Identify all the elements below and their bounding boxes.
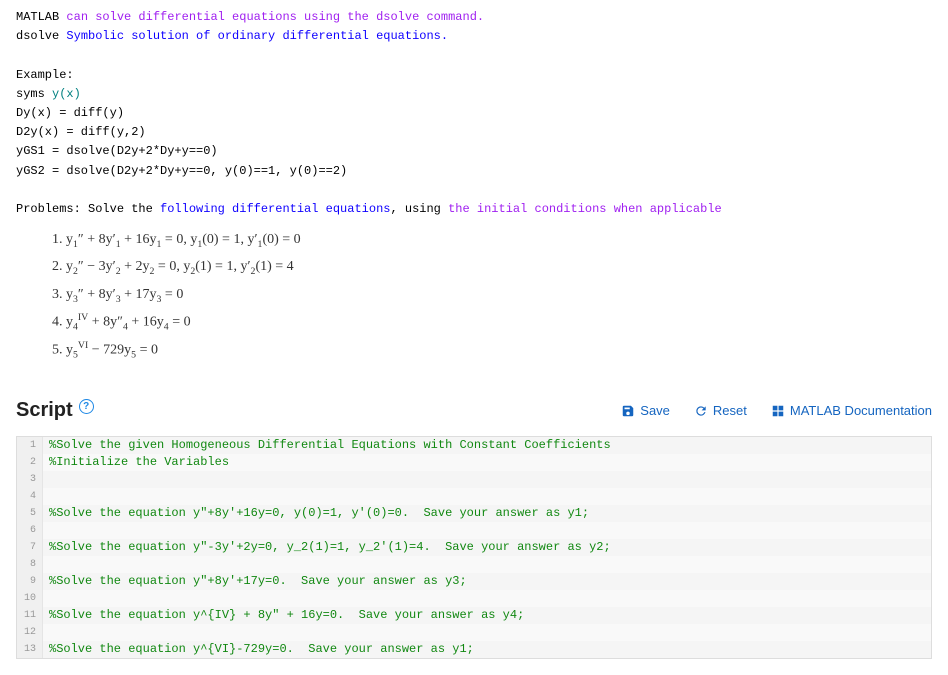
code-text[interactable]: %Solve the given Homogeneous Differentia… (43, 437, 611, 454)
code-line[interactable]: 6 (17, 522, 931, 539)
line-number: 3 (17, 471, 43, 488)
reset-button[interactable]: Reset (694, 403, 747, 418)
help-icon[interactable]: ? (79, 399, 94, 414)
reset-icon (694, 404, 708, 418)
intro-line: Dy(x) = diff(y) (16, 104, 932, 123)
code-line[interactable]: 2%Initialize the Variables (17, 454, 931, 471)
code-text[interactable]: %Solve the equation y^{VI}-729y=0. Save … (43, 641, 474, 658)
intro-line: yGS1 = dsolve(D2y+2*Dy+y==0) (16, 142, 932, 161)
code-text[interactable]: %Solve the equation y"+8y'+16y=0, y(0)=1… (43, 505, 589, 522)
line-number: 4 (17, 488, 43, 505)
line-number: 1 (17, 437, 43, 454)
line-number: 12 (17, 624, 43, 641)
code-text[interactable]: %Solve the equation y"-3y'+2y=0, y_2(1)=… (43, 539, 611, 556)
problem-item: 1. y1″ + 8y′1 + 16y1 = 0, y1(0) = 1, y′1… (52, 227, 948, 254)
intro-line: syms y(x) (16, 85, 932, 104)
code-text[interactable] (43, 488, 49, 505)
code-line[interactable]: 5%Solve the equation y"+8y'+16y=0, y(0)=… (17, 505, 931, 522)
line-number: 8 (17, 556, 43, 573)
code-line[interactable]: 3 (17, 471, 931, 488)
problems-list: 1. y1″ + 8y′1 + 16y1 = 0, y1(0) = 1, y′1… (0, 223, 948, 375)
intro-line (16, 46, 932, 65)
problem-item: 3. y3″ + 8y′3 + 17y3 = 0 (52, 282, 948, 309)
code-line[interactable]: 9%Solve the equation y"+8y'+17y=0. Save … (17, 573, 931, 590)
line-number: 6 (17, 522, 43, 539)
script-actions: Save Reset MATLAB Documentation (621, 403, 932, 418)
line-number: 9 (17, 573, 43, 590)
code-line[interactable]: 8 (17, 556, 931, 573)
problem-item: 2. y2″ − 3y′2 + 2y2 = 0, y2(1) = 1, y′2(… (52, 254, 948, 281)
code-text[interactable] (43, 624, 49, 641)
script-toolbar: Script ? Save Reset MATLAB Documentation (0, 375, 948, 436)
code-line[interactable]: 7%Solve the equation y"-3y'+2y=0, y_2(1)… (17, 539, 931, 556)
code-line[interactable]: 12 (17, 624, 931, 641)
intro-line: MATLAB can solve differential equations … (16, 8, 932, 27)
intro-line: dsolve Symbolic solution of ordinary dif… (16, 27, 932, 46)
grid-icon (771, 404, 785, 418)
matlab-doc-button[interactable]: MATLAB Documentation (771, 403, 932, 418)
code-text[interactable]: %Initialize the Variables (43, 454, 229, 471)
save-label: Save (640, 403, 670, 418)
script-title: Script (16, 399, 73, 422)
line-number: 5 (17, 505, 43, 522)
save-button[interactable]: Save (621, 403, 670, 418)
matlab-doc-label: MATLAB Documentation (790, 403, 932, 418)
code-line[interactable]: 10 (17, 590, 931, 607)
line-number: 13 (17, 641, 43, 658)
code-text[interactable] (43, 556, 49, 573)
code-text[interactable] (43, 590, 49, 607)
intro-line (16, 181, 932, 200)
intro-line: D2y(x) = diff(y,2) (16, 123, 932, 142)
line-number: 10 (17, 590, 43, 607)
intro-line: Example: (16, 66, 932, 85)
intro-line: yGS2 = dsolve(D2y+2*Dy+y==0, y(0)==1, y(… (16, 162, 932, 181)
line-number: 2 (17, 454, 43, 471)
code-line[interactable]: 1%Solve the given Homogeneous Differenti… (17, 437, 931, 454)
code-text[interactable]: %Solve the equation y"+8y'+17y=0. Save y… (43, 573, 467, 590)
problem-item: 4. y4IV + 8y″4 + 16y4 = 0 (52, 309, 948, 337)
reset-label: Reset (713, 403, 747, 418)
problem-item: 5. y5VI − 729y5 = 0 (52, 337, 948, 365)
line-number: 7 (17, 539, 43, 556)
code-text[interactable] (43, 471, 49, 488)
code-editor[interactable]: 1%Solve the given Homogeneous Differenti… (16, 436, 932, 659)
code-line[interactable]: 4 (17, 488, 931, 505)
intro-line: Problems: Solve the following differenti… (16, 200, 932, 219)
code-line[interactable]: 13%Solve the equation y^{VI}-729y=0. Sav… (17, 641, 931, 658)
save-icon (621, 404, 635, 418)
problem-description: MATLAB can solve differential equations … (0, 0, 948, 223)
code-text[interactable] (43, 522, 49, 539)
